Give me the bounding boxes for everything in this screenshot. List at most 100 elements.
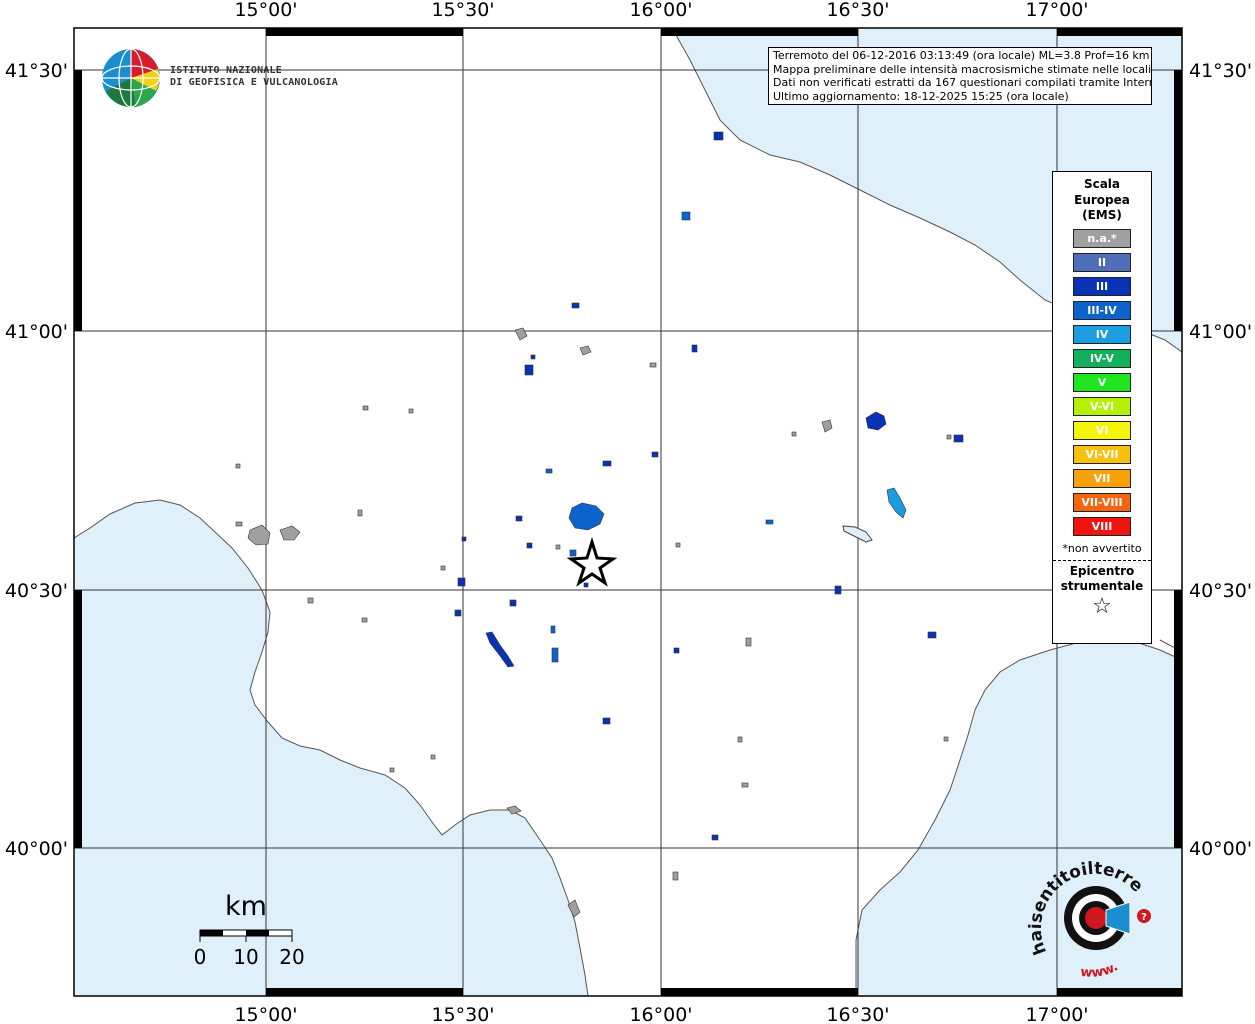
legend-item: VII-VIII [1073,492,1131,512]
locality-patch [927,631,937,639]
locality-patch [691,344,698,353]
locality-patch [457,577,466,587]
legend-item: II [1073,252,1131,272]
locality-patch [569,549,577,557]
locality-patch [235,521,243,527]
locality-patch [765,519,774,525]
lon-tick-label: 17°00' [1025,1004,1088,1024]
locality-patch [649,362,657,368]
locality-patch [791,431,797,437]
scale-label: 0 [194,945,207,969]
legend-item: III [1073,276,1131,296]
locality-patch [515,515,523,522]
scale-label: 10 [233,945,258,969]
legend-title-line: Scala [1083,177,1121,191]
locality-patch [943,736,949,742]
star-icon: ☆ [1092,593,1112,619]
legend-title-line: (EMS) [1082,208,1122,222]
legend-item: V [1073,372,1131,392]
locality-patch [737,736,743,743]
locality-patch [711,834,719,841]
ingv-name-line: ISTITUTO NAZIONALE [170,65,282,76]
lat-tick-label: 40°00' [5,838,68,860]
locality-patch [555,544,561,550]
locality-patch [681,211,691,221]
event-info-line: Terremoto del 06-12-2016 03:13:49 (ora l… [773,49,1150,62]
scale-unit: km [225,891,267,922]
locality-patch [461,536,467,542]
locality-patch [524,364,534,376]
badge-url: www. [1080,959,1121,981]
lat-tick-label: 40°30' [5,580,68,602]
lat-labels-right: 41°30' 41°00' 40°30' 40°00' [1189,60,1252,860]
locality-patch [454,609,462,617]
lon-tick-label: 16°30' [826,0,889,21]
hai-sentito-logo-icon: haisentitoilterremoto.it www. ? [1019,843,1151,981]
legend-item: VIII [1073,516,1131,536]
intensity-legend: Scala Europea (EMS) n.a.* II III III-IV IV IV… [1052,171,1152,644]
locality-patch [741,782,749,788]
lon-tick-label: 16°00' [629,0,692,21]
locality-patch [745,637,752,647]
legend-separator [1053,559,1151,561]
event-info-line: Dati non verificati estratti da 167 ques… [773,76,1152,89]
legend-item: n.a.* [1073,228,1131,248]
locality-patch [672,871,679,881]
event-info-line: Mappa preliminare delle intensità macros… [773,62,1152,76]
lon-tick-label: 15°00' [234,1004,297,1024]
locality-patch [361,617,368,623]
lat-tick-label: 40°30' [1189,580,1252,602]
locality-patch [357,509,363,517]
lon-tick-label: 15°30' [431,0,494,21]
lat-labels-left: 41°30' 41°00' 40°30' 40°00' [5,60,68,860]
locality-patch [946,434,952,440]
locality-patch [602,717,611,725]
legend-item: IV-V [1073,348,1131,368]
locality-patch [408,408,414,414]
ingv-name-line: DI GEOFISICA E VULCANOLOGIA [170,77,338,88]
hai-sentito-badge: haisentitoilterremoto.it www. ? [1019,843,1168,988]
locality-patch [673,647,680,654]
legend-epicentre-label: Epicentro strumentale [1053,564,1151,594]
locality-patch [550,625,556,634]
locality-patch [583,582,589,588]
legend-items: n.a.* II III III-IV IV IV-V V V-VI VI VI-VII VII VI… [1053,228,1151,536]
locality-patch [545,468,553,474]
lat-tick-label: 40°00' [1189,838,1252,860]
legend-title-line: Europea [1074,192,1130,207]
legend-item: V-VI [1073,396,1131,416]
lon-tick-label: 17°00' [1025,0,1088,21]
locality-patch [530,354,536,360]
legend-epicentre-line: Epicentro [1069,563,1135,578]
locality-patch [389,767,395,773]
legend-epicentre-line: strumentale [1060,578,1144,593]
event-info-line: Ultimo aggiornamento: 18-12-2025 15:25 (… [773,89,1069,103]
lat-tick-label: 41°30' [1189,60,1252,82]
locality-patch [602,460,612,467]
legend-item: VI-VII [1073,444,1131,464]
locality-patch [430,754,436,760]
locality-patch [834,585,842,595]
lat-tick-label: 41°30' [5,60,68,82]
lat-tick-label: 41°00' [5,321,68,343]
legend-note: *non avvertito [1062,541,1142,555]
globe-icon [101,48,161,108]
locality-patch [953,434,964,443]
locality-patch [307,597,314,604]
legend-item: IV [1073,324,1131,344]
locality-patch [526,542,533,549]
lon-tick-label: 15°30' [431,1004,494,1024]
lon-labels-top: 15°00' 15°30' 16°00' 16°30' 17°00' [234,0,1088,21]
locality-patch [551,647,559,663]
lon-tick-label: 15°00' [234,0,297,21]
locality-patch [235,463,241,469]
event-info-box: Terremoto del 06-12-2016 03:13:49 (ora l… [768,47,1152,105]
locality-patch [362,405,369,411]
locality-patch [675,542,681,548]
locality-patch [651,451,659,458]
legend-item: III-IV [1073,300,1131,320]
lon-labels-bottom: 15°00' 15°30' 16°00' 16°30' 17°00' [234,1004,1088,1024]
legend-item: VI [1073,420,1131,440]
legend-item: VII [1073,468,1131,488]
lon-tick-label: 16°00' [629,1004,692,1024]
